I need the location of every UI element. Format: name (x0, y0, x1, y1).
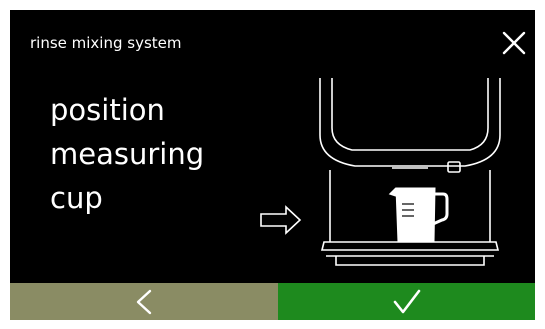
outlet-nozzle (447, 161, 461, 173)
back-button[interactable] (10, 283, 278, 320)
close-icon (502, 31, 526, 55)
machine-upper-body (319, 78, 501, 167)
measuring-cup-icon (388, 187, 449, 243)
drip-tray (320, 241, 500, 266)
close-button[interactable] (499, 28, 529, 58)
cup-compartment (329, 170, 491, 242)
instruction-line-3: cup (50, 181, 103, 215)
instruction-text: position measuring cup (50, 88, 280, 220)
machine-display: rinse mixing system position measuring c… (10, 10, 535, 320)
checkmark-icon (393, 289, 420, 313)
footer-bar (10, 283, 535, 320)
instruction-line-2: measuring (50, 137, 205, 171)
chevron-left-icon (136, 289, 152, 314)
instruction-line-1: position (50, 93, 165, 127)
confirm-button[interactable] (278, 283, 535, 320)
screen-title: rinse mixing system (30, 34, 182, 52)
